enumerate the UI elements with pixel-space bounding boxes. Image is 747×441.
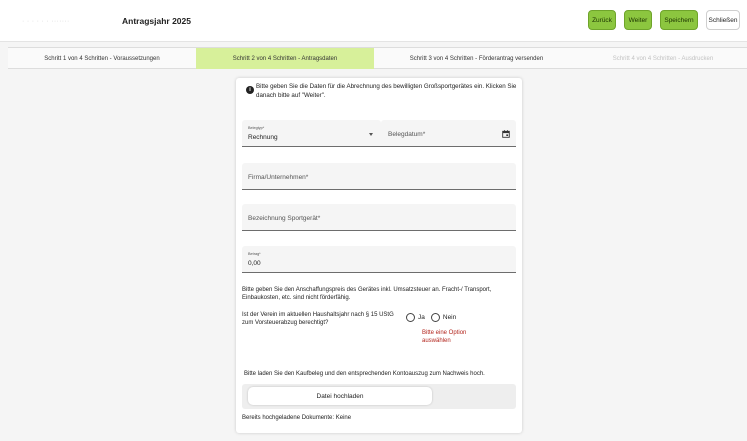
belegtyp-label: Belegtyp* — [248, 126, 265, 130]
vat-radio-group: Ja Nein — [406, 313, 462, 322]
betrag-value: 0,00 — [248, 260, 261, 267]
betrag-label: Betrag* — [248, 252, 261, 256]
next-button[interactable]: Weiter — [624, 10, 652, 30]
calendar-icon[interactable] — [502, 130, 510, 138]
belegtyp-select[interactable]: Belegtyp* Rechnung — [242, 120, 381, 147]
firma-placeholder: Firma/Unternehmen* — [248, 174, 309, 181]
belegtyp-value: Rechnung — [248, 134, 278, 141]
step-2[interactable]: Schritt 2 von 4 Schritten - Antragsdaten — [196, 48, 374, 69]
app-header: · · · · · · ······· Antragsjahr 2025 Zur… — [0, 0, 747, 42]
belegdatum-field[interactable]: Belegdatum* — [381, 120, 516, 147]
radio-yes-label[interactable]: Ja — [418, 314, 425, 321]
back-button[interactable]: Zurück — [588, 10, 616, 30]
upload-button[interactable]: Datei hochladen — [248, 387, 432, 405]
save-button[interactable]: Speichern — [660, 10, 698, 30]
uploaded-docs-text: Bereits hochgeladene Dokumente: Keine — [242, 415, 352, 421]
step-3[interactable]: Schritt 3 von 4 Schritten - Förderantrag… — [374, 48, 579, 69]
upload-area: Datei hochladen — [242, 384, 516, 409]
sportgeraet-field[interactable]: Bezeichnung Sportgerät* — [242, 204, 516, 231]
radio-yes[interactable] — [406, 313, 415, 322]
vat-question: Ist der Verein im aktuellen Haushaltsjah… — [242, 312, 394, 326]
step-1[interactable]: Schritt 1 von 4 Schritten - Voraussetzun… — [8, 48, 196, 69]
step-4: Schritt 4 von 4 Schritten - Ausdrucken — [612, 55, 714, 62]
info-text: Bitte geben Sie die Daten für die Abrech… — [256, 83, 517, 99]
info-icon: i — [246, 86, 254, 94]
page-title: Antragsjahr 2025 — [122, 16, 191, 26]
form-card: i Bitte geben Sie die Daten für die Abre… — [236, 78, 522, 433]
firma-field[interactable]: Firma/Unternehmen* — [242, 163, 516, 190]
chevron-down-icon — [369, 133, 373, 136]
radio-no-label[interactable]: Nein — [443, 314, 456, 321]
belegdatum-placeholder: Belegdatum* — [388, 131, 426, 138]
radio-error-message: Bitte eine Option auswählen — [422, 330, 467, 344]
upload-hint: Bitte laden Sie den Kaufbeleg und den en… — [244, 371, 485, 377]
radio-no[interactable] — [430, 313, 440, 322]
sportgeraet-placeholder: Bezeichnung Sportgerät* — [248, 215, 321, 222]
price-hint: Bitte geben Sie den Anschaffungspreis de… — [242, 287, 492, 301]
close-button[interactable]: Schließen — [706, 10, 740, 30]
breadcrumb: · · · · · · ······· — [22, 18, 70, 25]
betrag-field[interactable]: Betrag* 0,00 — [242, 246, 516, 273]
stepper: Schritt 1 von 4 Schritten - Voraussetzun… — [8, 47, 747, 69]
